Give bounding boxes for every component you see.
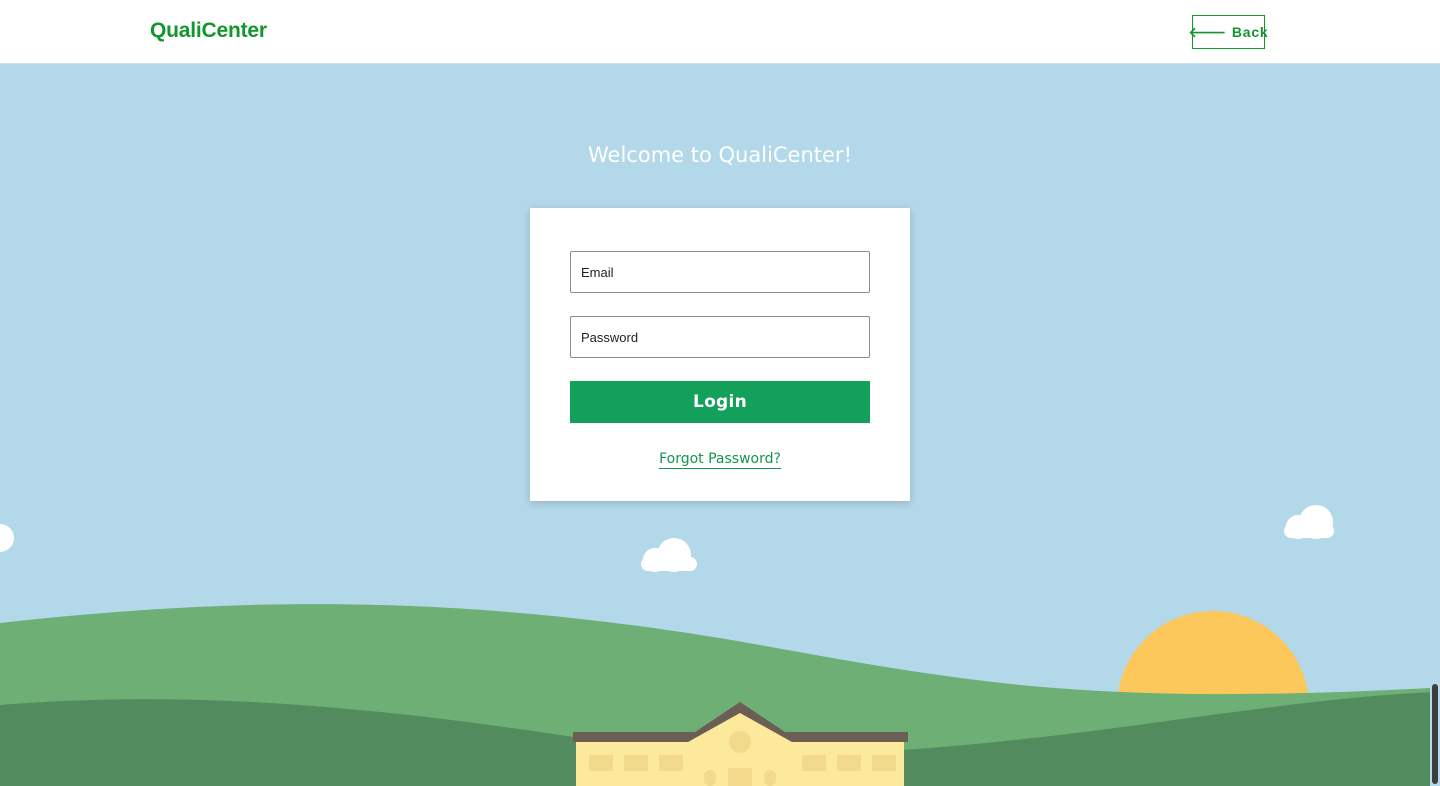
back-button-label: Back <box>1231 24 1269 40</box>
cloud <box>1284 505 1334 539</box>
login-button[interactable]: Login <box>570 381 870 423</box>
cloud <box>641 538 697 572</box>
top-navigation-bar: QualiCenter 🡐 Back <box>0 0 1440 64</box>
cloud <box>0 524 14 552</box>
scrollbar[interactable] <box>1430 64 1440 786</box>
forgot-password-container: Forgot Password? <box>530 450 910 469</box>
password-field[interactable] <box>570 316 870 358</box>
welcome-heading: Welcome to QualiCenter! <box>588 143 852 167</box>
brand-logo[interactable]: QualiCenter <box>150 19 267 43</box>
arrow-left-icon: 🡐 <box>1188 24 1227 40</box>
email-field[interactable] <box>570 251 870 293</box>
back-button[interactable]: 🡐 Back <box>1188 15 1268 49</box>
login-card: Login Forgot Password? <box>530 208 910 501</box>
forgot-password-link[interactable]: Forgot Password? <box>659 451 781 469</box>
scrollbar-thumb[interactable] <box>1432 684 1438 784</box>
